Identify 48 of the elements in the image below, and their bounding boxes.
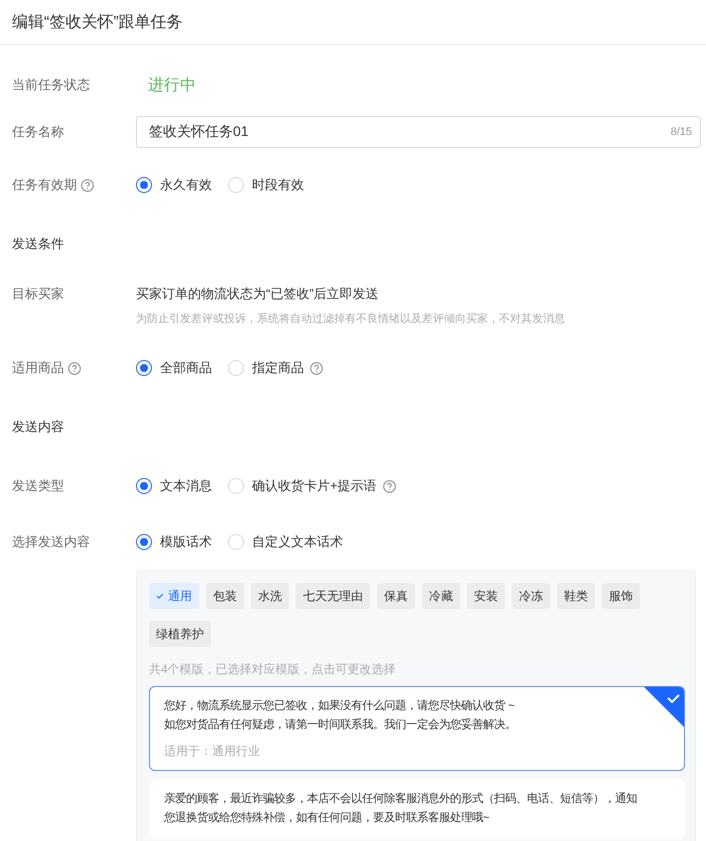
category-tag[interactable]: 冷冻: [512, 583, 550, 609]
field-label: 适用商品: [12, 359, 64, 377]
category-tag[interactable]: 服饰: [602, 583, 640, 609]
selected-check-icon: [644, 687, 684, 727]
template-text: 亲爱的顾客，最近诈骗较多，本店不会以任何除客服消息外的形式（扫码、电话、短信等），通知: [164, 791, 637, 807]
field-label: 目标买家: [12, 285, 64, 303]
field-label: 任务有效期: [12, 176, 77, 194]
category-tag[interactable]: 通用: [149, 583, 199, 609]
help-icon[interactable]: [382, 480, 396, 492]
field-label: 选择发送内容: [12, 533, 90, 551]
help-icon[interactable]: [81, 178, 94, 192]
template-text: 您退换货或给您特殊补偿，如有任何问题，要及时联系客服处理哦~: [164, 810, 490, 826]
category-tag[interactable]: 保真: [377, 583, 415, 609]
category-tag[interactable]: 七天无理由: [296, 583, 370, 609]
category-tag[interactable]: 水洗: [251, 583, 289, 609]
check-icon: [156, 592, 164, 600]
industry-label: 适用于：通用行业: [164, 743, 261, 760]
template-text: 如您对货品有任何疑虑，请第一时间联系我。我们一定会为您妥善解决。: [164, 717, 516, 733]
section-heading: 发送内容: [12, 418, 64, 436]
field-label: 发送类型: [12, 477, 64, 495]
radio-option[interactable]: 模版话术: [136, 533, 212, 551]
radio-option[interactable]: 确认收货卡片+提示语: [228, 477, 377, 495]
template-card[interactable]: 亲爱的顾客，最近诈骗较多，本店不会以任何除客服消息外的形式（扫码、电话、短信等），通知 您退换货或给您特殊补偿，如有任何问题，要及时联系客服处理哦~: [149, 779, 685, 839]
radio-option[interactable]: 永久有效: [136, 176, 212, 194]
help-icon[interactable]: [68, 362, 81, 374]
category-tag[interactable]: 绿植养护: [149, 621, 211, 647]
category-tag[interactable]: 鞋类: [557, 583, 595, 609]
template-summary: 共4个模版，已选择对应模版，点击可更改选择: [149, 661, 397, 678]
field-value: 买家订单的物流状态为“已签收”后立即发送: [136, 285, 380, 303]
template-card[interactable]: 您好，物流系统显示您已签收，如果没有什么问题，请您尽快确认收货 ~ 如您对货品有任何疑虑，请第一时间联系我。我们一定会为您妥善解决。 适用于：通用行业: [149, 686, 685, 771]
radio-option[interactable]: 全部商品: [136, 359, 212, 377]
hint-text: 为防止引发差评或投诉，系统将自动过滤掉有不良情绪以及差评倾向买家，不对其发消息: [136, 312, 565, 327]
template-text: 您好，物流系统显示您已签收，如果没有什么问题，请您尽快确认收货 ~: [164, 698, 515, 714]
radio-option[interactable]: 自定义文本话术: [228, 533, 343, 551]
radio-option[interactable]: 时段有效: [228, 176, 304, 194]
field-label: 任务名称: [12, 123, 64, 141]
dialog-title: 编辑“签收关怀”跟单任务: [12, 12, 183, 32]
field-label: 当前任务状态: [12, 76, 90, 94]
category-tag[interactable]: 安装: [467, 583, 505, 609]
category-tag[interactable]: 冷藏: [422, 583, 460, 609]
status-value: 进行中: [148, 76, 196, 96]
section-heading: 发送条件: [12, 235, 64, 253]
radio-option[interactable]: 文本消息: [136, 477, 212, 495]
char-counter: 8/15: [670, 126, 692, 138]
category-tag[interactable]: 包装: [206, 583, 244, 609]
help-icon[interactable]: [310, 362, 323, 374]
radio-option[interactable]: 指定商品: [228, 359, 304, 377]
input-field[interactable]: 签收关怀任务01 8/15: [136, 116, 701, 148]
